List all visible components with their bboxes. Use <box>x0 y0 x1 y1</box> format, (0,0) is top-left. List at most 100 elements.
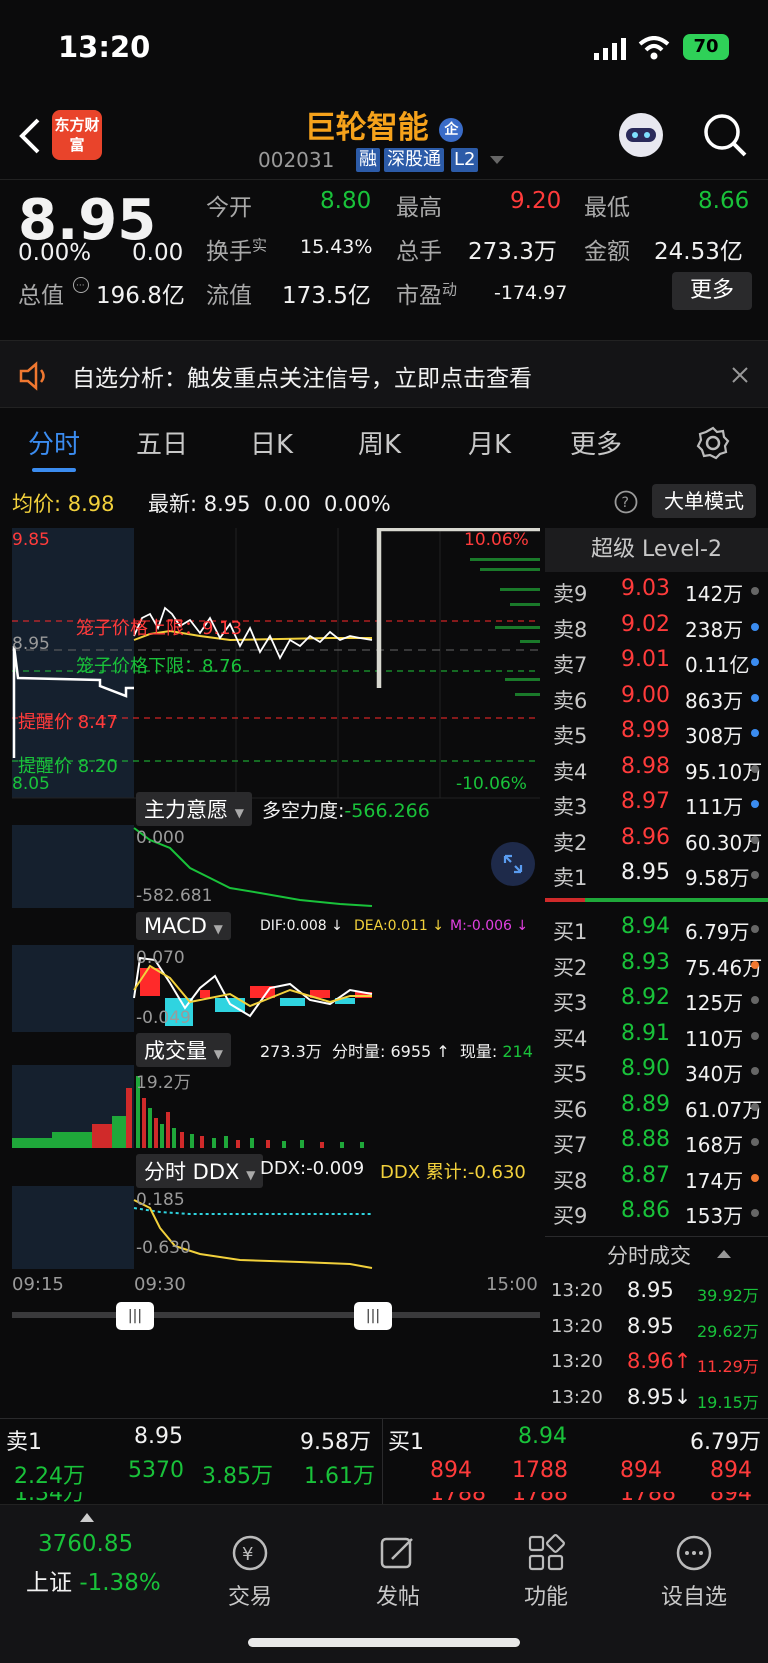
search-icon[interactable] <box>702 112 748 158</box>
top-pct-label: 10.06% <box>464 530 529 550</box>
bid-level-row[interactable]: 买2 8.93 75.46万 <box>545 948 768 983</box>
cage-lower-label: 笼子价格下限：8.76 <box>76 656 243 677</box>
level-dot-icon <box>751 764 759 773</box>
close-icon[interactable] <box>732 367 748 383</box>
status-bar: 13:20 70 <box>0 0 768 96</box>
nav-trade[interactable]: ¥ 交易 <box>180 1533 320 1611</box>
avg-label: 均价: <box>12 492 62 516</box>
trade-row: 13:20 8.95 39.92万 <box>545 1274 768 1309</box>
tab-weekly[interactable]: 周K <box>358 424 401 461</box>
trade-time: 13:20 <box>551 1315 603 1337</box>
bid-level-row[interactable]: 买4 8.91 110万 <box>545 1019 768 1054</box>
trade-volume: 39.92万 <box>697 1286 759 1305</box>
premarket-shade <box>12 945 134 1032</box>
home-indicator[interactable] <box>248 1638 520 1647</box>
level-volume: 308万 <box>685 724 744 748</box>
svg-text:?: ? <box>622 495 629 511</box>
current-volume-label: 现量: <box>459 1042 498 1061</box>
level2-title[interactable]: 超级 Level-2 <box>545 528 768 572</box>
bid-ask-ratio-bar <box>545 898 768 902</box>
pe-value: -174.97 <box>494 282 568 304</box>
ask-level-row[interactable]: 卖1 8.95 9.58万 <box>545 858 768 893</box>
level-dot-icon <box>751 960 759 969</box>
bid-queue-item: 894 <box>710 1458 752 1483</box>
info-icon[interactable]: ··· <box>72 276 90 294</box>
help-icon[interactable]: ? <box>614 490 638 514</box>
level-dot-icon <box>751 996 759 1004</box>
chevron-up-icon[interactable] <box>717 1250 731 1260</box>
index-summary[interactable]: 上证 -1.38% <box>26 1563 161 1597</box>
level-dot-icon <box>751 622 759 631</box>
level-label: 卖3 <box>553 795 588 819</box>
intraday-chart-area[interactable]: 9.85 10.06% 8.95 笼子价格上限：9.13 笼子价格下限：8.76… <box>0 526 545 1398</box>
battery-icon: 70 <box>683 34 729 60</box>
level-dot-icon <box>751 1173 759 1182</box>
tick-volume-value: 6955 ↑ <box>390 1042 450 1061</box>
trade-row: 13:20 8.95↓ 19.15万 <box>545 1381 768 1416</box>
ask-level-row[interactable]: 卖7 9.01 0.11亿 <box>545 645 768 680</box>
bid-level-row[interactable]: 买6 8.89 61.07万 <box>545 1090 768 1125</box>
nav-post[interactable]: 发帖 <box>328 1533 468 1611</box>
ask-level-row[interactable]: 卖4 8.98 95.10万 <box>545 752 768 787</box>
macd-bottom: -0.049 <box>136 1008 191 1028</box>
range-handle-left[interactable]: ||| <box>116 1302 154 1330</box>
bid-level-row[interactable]: 买3 8.92 125万 <box>545 983 768 1018</box>
ask-level-row[interactable]: 卖6 9.00 863万 <box>545 681 768 716</box>
bid-level-row[interactable]: 买9 8.86 153万 <box>545 1196 768 1231</box>
level-label: 卖8 <box>553 617 588 642</box>
ask-level-row[interactable]: 卖2 8.96 60.30万 <box>545 823 768 858</box>
bid-level-row[interactable]: 买7 8.88 168万 <box>545 1125 768 1160</box>
tab-monthly[interactable]: 月K <box>468 424 511 461</box>
volume-selector[interactable]: 成交量 ▼ <box>136 1033 231 1067</box>
nav-functions[interactable]: 功能 <box>476 1533 616 1611</box>
ask-level-row[interactable]: 卖3 8.97 111万 <box>545 787 768 822</box>
amount-label: 金额 <box>584 239 630 265</box>
level-price: 8.93 <box>621 949 670 975</box>
nav-watchlist[interactable]: 设自选 <box>624 1533 764 1611</box>
expand-icon[interactable] <box>490 841 536 887</box>
level-volume: 0.11亿 <box>685 653 750 677</box>
ask-level-row[interactable]: 卖8 9.02 238万 <box>545 610 768 645</box>
change-value: 0.00 <box>132 240 184 266</box>
level-volume: 111万 <box>685 795 744 819</box>
level-dot-icon <box>751 1031 759 1040</box>
tab-more[interactable]: 更多 <box>570 424 622 461</box>
bid-queue-item: 1788 <box>512 1492 568 1504</box>
bottom-ask-label: 卖1 <box>6 1430 42 1455</box>
robot-assistant-icon[interactable] <box>616 110 666 160</box>
tab-5day[interactable]: 五日 <box>136 424 188 461</box>
index-value[interactable]: 3760.85 <box>38 1531 133 1557</box>
bottom-bid-price: 8.94 <box>518 1424 567 1449</box>
avg-value: 8.98 <box>67 492 115 516</box>
chevron-down-icon[interactable] <box>490 156 504 166</box>
tab-daily[interactable]: 日K <box>250 424 293 461</box>
tab-intraday[interactable]: 分时 <box>28 424 80 461</box>
level-price: 8.87 <box>621 1162 670 1188</box>
settings-gear-icon[interactable] <box>696 426 730 460</box>
analysis-banner[interactable]: 自选分析：触发重点关注信号，立即点击查看 <box>0 340 768 408</box>
trade-price: 8.95 <box>627 1278 674 1302</box>
ask-level-row[interactable]: 卖5 8.99 308万 <box>545 716 768 751</box>
more-quote-button[interactable]: 更多 <box>672 272 752 310</box>
bid-queue-item: 1788 <box>430 1492 486 1504</box>
bid-level-row[interactable]: 买8 8.87 174万 <box>545 1161 768 1196</box>
range-handle-right[interactable]: ||| <box>354 1302 392 1330</box>
ask-level-row[interactable]: 卖9 9.03 142万 <box>545 574 768 609</box>
macd-selector[interactable]: MACD ▼ <box>136 912 231 940</box>
mktcap-value: 196.8亿 <box>96 283 185 309</box>
large-order-mode-button[interactable]: 大单模式 <box>652 484 756 518</box>
trades-title[interactable]: 分时成交 <box>607 1240 691 1270</box>
main-force-selector[interactable]: 主力意愿 ▼ <box>136 792 252 826</box>
ddx-selector[interactable]: 分时 DDX ▼ <box>136 1154 264 1188</box>
level-volume: 340万 <box>685 1062 744 1086</box>
level-dot-icon <box>751 693 759 702</box>
last-change: 0.00 <box>263 492 311 516</box>
top-price-label: 9.85 <box>12 530 50 550</box>
depth-bars <box>470 558 540 696</box>
level-price: 8.86 <box>621 1198 670 1223</box>
bid-level-row[interactable]: 买1 8.94 6.79万 <box>545 912 768 947</box>
level-label: 买6 <box>553 1097 588 1122</box>
trade-price: 8.95 <box>627 1313 674 1338</box>
level-price: 8.91 <box>621 1020 670 1046</box>
bid-level-row[interactable]: 买5 8.90 340万 <box>545 1054 768 1089</box>
